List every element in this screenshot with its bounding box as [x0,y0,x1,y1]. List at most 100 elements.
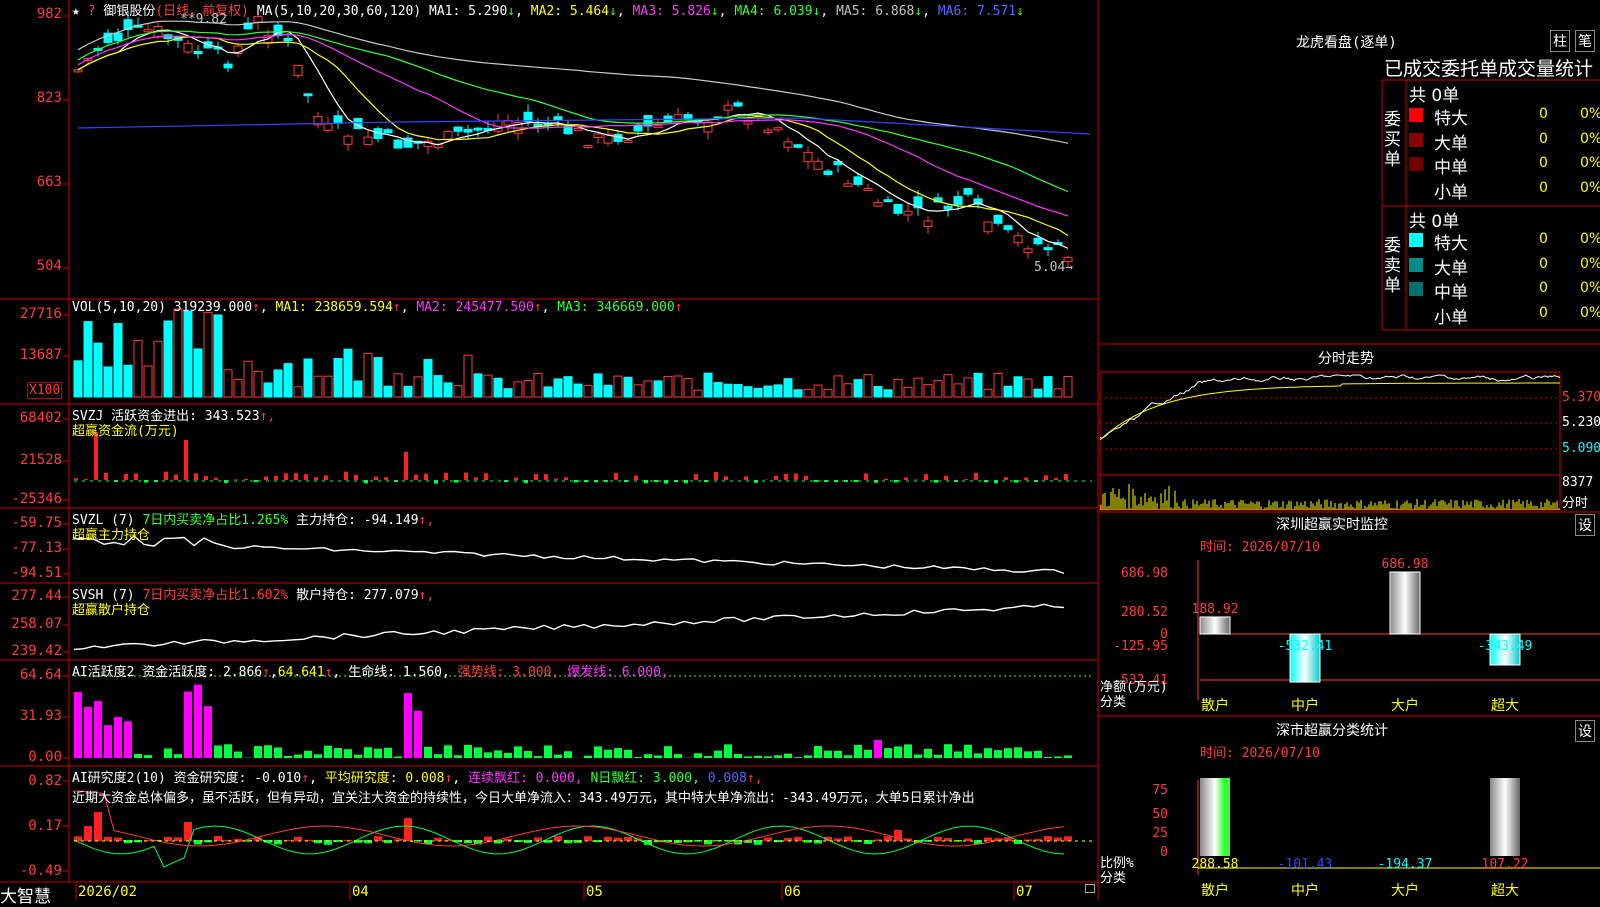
ai-research-last-arrow: ↑ [747,771,755,786]
volume-bar [564,377,572,397]
kline-chart[interactable]: 686.98280.520-125.95-532.41188.92散户-532.… [0,0,1600,900]
activity-bar [274,747,282,758]
volume-bar [664,376,672,397]
activity-bar [694,753,702,758]
order-count: 0 [1539,305,1548,321]
sz-category-label: 中户 [1291,697,1319,714]
info-marker-icon[interactable]: ? [88,4,96,19]
life-line: 生命线: 1.560, [340,665,449,680]
vol-unit-badge[interactable]: X100 [27,382,62,399]
money-flow-bar [424,474,428,480]
ai-activity-value: AI活跃度2 资金活跃度: 2.866 [72,665,262,680]
candle-body [744,121,752,124]
volume-bar [924,385,932,397]
order-percent: 0% [1580,231,1600,247]
activity-bar [974,753,982,758]
intraday-avg-line [1100,383,1560,440]
sell-order-row: 大单00% [1409,254,1600,276]
intraday-unit: 分时 [1562,492,1588,511]
candle-body [184,44,192,52]
sz-bar [1200,617,1230,634]
class-bar [1200,778,1230,856]
activity-bar [674,754,682,758]
candle-body [724,105,732,110]
volume-bar [754,388,762,397]
research-bar [1044,836,1052,841]
research-bar [114,838,122,841]
class-bar-label: -194.37 [1378,857,1433,872]
activity-bar [494,750,502,758]
ai-research-arrow: ↑ [301,771,309,786]
money-flow-bar [634,475,638,480]
stock-name[interactable]: 御银股份 [103,4,155,19]
research-bar [94,812,102,841]
ma2-arrow: ↓ [609,4,617,19]
sz-bar-label: -343.49 [1478,639,1533,654]
money-flow-bar [74,478,78,480]
activity-bar [144,755,152,758]
activity-bar [714,751,722,758]
order-percent: 0% [1580,256,1600,272]
activity-bar [284,756,292,758]
money-flow-bar [534,474,538,480]
sz-settings-button[interactable]: 设 [1575,514,1595,536]
candle-body [804,152,812,161]
volume-bar [834,376,842,397]
svzj-arrow: ↑, [260,409,276,424]
volume-bar [904,388,912,397]
candle-body [824,171,832,174]
ai-activity-v2-arrow: ↑ [325,665,333,680]
volume-bar [304,359,312,397]
money-flow-bar [854,480,858,482]
volume-bar [454,386,462,397]
class-axis-label: 25 [1152,826,1168,841]
activity-bar [1004,748,1012,758]
favorite-star-icon[interactable]: ★ [72,4,88,19]
research-bar [894,830,902,841]
candle-body [384,130,392,133]
order-color-swatch [1409,182,1423,196]
order-type-label: 大单 [1434,254,1468,279]
money-flow-bar [224,480,228,483]
brand-label[interactable]: 大智慧 [0,882,51,907]
money-flow-bar [194,473,198,480]
volume-bar [134,340,142,397]
volume-bar [584,385,592,397]
activity-bar [334,748,342,758]
money-flow-bar [174,474,178,480]
svsh-axis-label: 239.42 [0,643,62,659]
lock-icon[interactable] [1085,884,1095,893]
price-axis-label: 823 [0,90,62,106]
activity-bar [1044,757,1052,758]
low-price-note: 5.04→ [1034,260,1073,275]
candle-body [734,103,742,106]
activity-bar [624,750,632,758]
high-price-note: **9.82 [180,12,227,27]
ma1-value: MA1: 5.290 [429,4,507,19]
candle-body [584,145,592,147]
buy-order-row: 大单00% [1409,129,1600,151]
research-line [74,826,1064,867]
ai-activity-header: AI活跃度2 资金活跃度: 2.866↑,64.641↑, 生命线: 1.560… [72,661,669,680]
ai-research-commentary: 近期大资金总体偏多，虽不活跃，但有异动，宜关注大资金的持续性，今日大单净流入：3… [72,787,1096,806]
activity-bar [874,740,882,758]
volume-bar [154,341,162,397]
money-flow-bar [814,480,818,482]
candle-body [924,221,932,227]
money-flow-bar [564,477,568,480]
volume-bar [774,385,782,397]
intraday-title: 分时走势 [1318,348,1374,368]
date-label: 2026/02 [78,884,137,900]
volume-bar [954,384,962,397]
sell-order-row: 小单00% [1409,303,1600,325]
class-settings-button[interactable]: 设 [1575,720,1595,742]
candle-body [554,117,562,120]
volume-bar [944,375,952,397]
volume-bar [174,309,182,397]
volume-bar [1054,389,1062,397]
order-type-label: 大单 [1434,129,1468,154]
order-type-label: 中单 [1434,153,1468,178]
candle-body [784,142,792,147]
research-bar [404,818,412,841]
activity-bar [644,754,652,758]
